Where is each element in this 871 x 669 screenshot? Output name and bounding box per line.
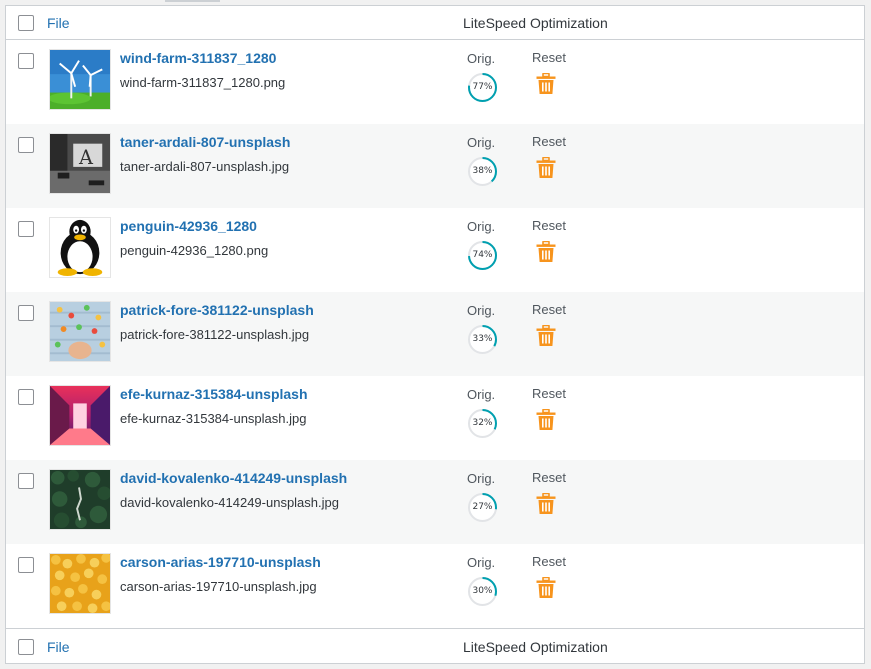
file-title-link[interactable]: taner-ardali-807-unsplash [120,134,290,150]
file-name: patrick-fore-381122-unsplash.jpg [120,327,310,342]
optimization-percent: 32% [472,418,493,428]
optimization-progress-ring: 74% [467,240,498,271]
table-header: File LiteSpeed Optimization [6,6,864,40]
orig-label: Orig. [467,303,496,318]
svg-text:A: A [78,146,94,169]
file-name: wind-farm-311837_1280.png [120,75,286,90]
litespeed-optimization-column-footer: LiteSpeed Optimization [463,639,608,655]
wind-farm-thumbnail[interactable] [49,49,111,110]
row-checkbox[interactable] [18,305,34,321]
table-row: david-kovalenko-414249-unsplash david-ko… [6,460,864,544]
file-name: carson-arias-197710-unsplash.jpg [120,579,317,594]
optimization-progress-ring: 33% [467,324,498,355]
file-name: taner-ardali-807-unsplash.jpg [120,159,290,174]
row-checkbox[interactable] [18,557,34,573]
orig-label: Orig. [467,219,496,234]
trash-icon[interactable] [536,324,556,347]
trash-icon[interactable] [536,492,556,515]
reset-label: Reset [532,134,566,149]
optimization-percent: 77% [472,82,493,92]
optimization-percent: 33% [472,334,493,344]
select-all-checkbox-footer[interactable] [18,639,34,655]
file-title-link[interactable]: penguin-42936_1280 [120,218,257,234]
orig-label: Orig. [467,555,496,570]
file-name: efe-kurnaz-315384-unsplash.jpg [120,411,307,426]
row-checkbox[interactable] [18,53,34,69]
reset-label: Reset [532,554,566,569]
orig-label: Orig. [467,51,496,66]
file-column-header[interactable]: File [47,15,70,31]
optimization-progress-ring: 30% [467,576,498,607]
table-row: wind-farm-311837_1280 wind-farm-311837_1… [6,40,864,124]
popcorn-thumbnail[interactable] [49,553,111,614]
file-name: penguin-42936_1280.png [120,243,269,258]
optimization-percent: 38% [472,166,493,176]
media-table: File LiteSpeed Optimization wind-farm-31… [5,5,865,664]
optimization-percent: 27% [472,502,493,512]
trash-icon[interactable] [536,576,556,599]
optimization-percent: 74% [472,250,493,260]
file-title-link[interactable]: patrick-fore-381122-unsplash [120,302,314,318]
trash-icon[interactable] [536,72,556,95]
trash-icon[interactable] [536,156,556,179]
orig-label: Orig. [467,471,496,486]
table-row: A taner-ardali-807-unsplash taner-ardali… [6,124,864,208]
reset-label: Reset [532,50,566,65]
optimization-percent: 30% [472,586,493,596]
row-checkbox[interactable] [18,221,34,237]
row-checkbox[interactable] [18,137,34,153]
optimization-progress-ring: 27% [467,492,498,523]
table-row: penguin-42936_1280 penguin-42936_1280.pn… [6,208,864,292]
trash-icon[interactable] [536,408,556,431]
table-row: patrick-fore-381122-unsplash patrick-for… [6,292,864,376]
select-all-checkbox[interactable] [18,15,34,31]
litespeed-optimization-column-header: LiteSpeed Optimization [463,15,608,31]
optimization-progress-ring: 77% [467,72,498,103]
optimization-progress-ring: 38% [467,156,498,187]
table-body: wind-farm-311837_1280 wind-farm-311837_1… [6,40,864,628]
reset-label: Reset [532,470,566,485]
optimization-progress-ring: 32% [467,408,498,439]
table-footer: File LiteSpeed Optimization [6,628,864,662]
reset-label: Reset [532,218,566,233]
desk-thumbnail[interactable]: A [49,133,111,194]
table-row: carson-arias-197710-unsplash carson-aria… [6,544,864,628]
file-title-link[interactable]: david-kovalenko-414249-unsplash [120,470,347,486]
file-title-link[interactable]: carson-arias-197710-unsplash [120,554,321,570]
candy-thumbnail[interactable] [49,301,111,362]
row-checkbox[interactable] [18,473,34,489]
neon-corridor-thumbnail[interactable] [49,385,111,446]
trash-icon[interactable] [536,240,556,263]
penguin-thumbnail[interactable] [49,217,111,278]
reset-label: Reset [532,302,566,317]
forest-thumbnail[interactable] [49,469,111,530]
table-row: efe-kurnaz-315384-unsplash efe-kurnaz-31… [6,376,864,460]
file-title-link[interactable]: wind-farm-311837_1280 [120,50,276,66]
orig-label: Orig. [467,135,496,150]
row-checkbox[interactable] [18,389,34,405]
top-scroll-indicator [165,0,220,2]
file-name: david-kovalenko-414249-unsplash.jpg [120,495,339,510]
orig-label: Orig. [467,387,496,402]
file-column-footer[interactable]: File [47,639,70,655]
reset-label: Reset [532,386,566,401]
file-title-link[interactable]: efe-kurnaz-315384-unsplash [120,386,308,402]
